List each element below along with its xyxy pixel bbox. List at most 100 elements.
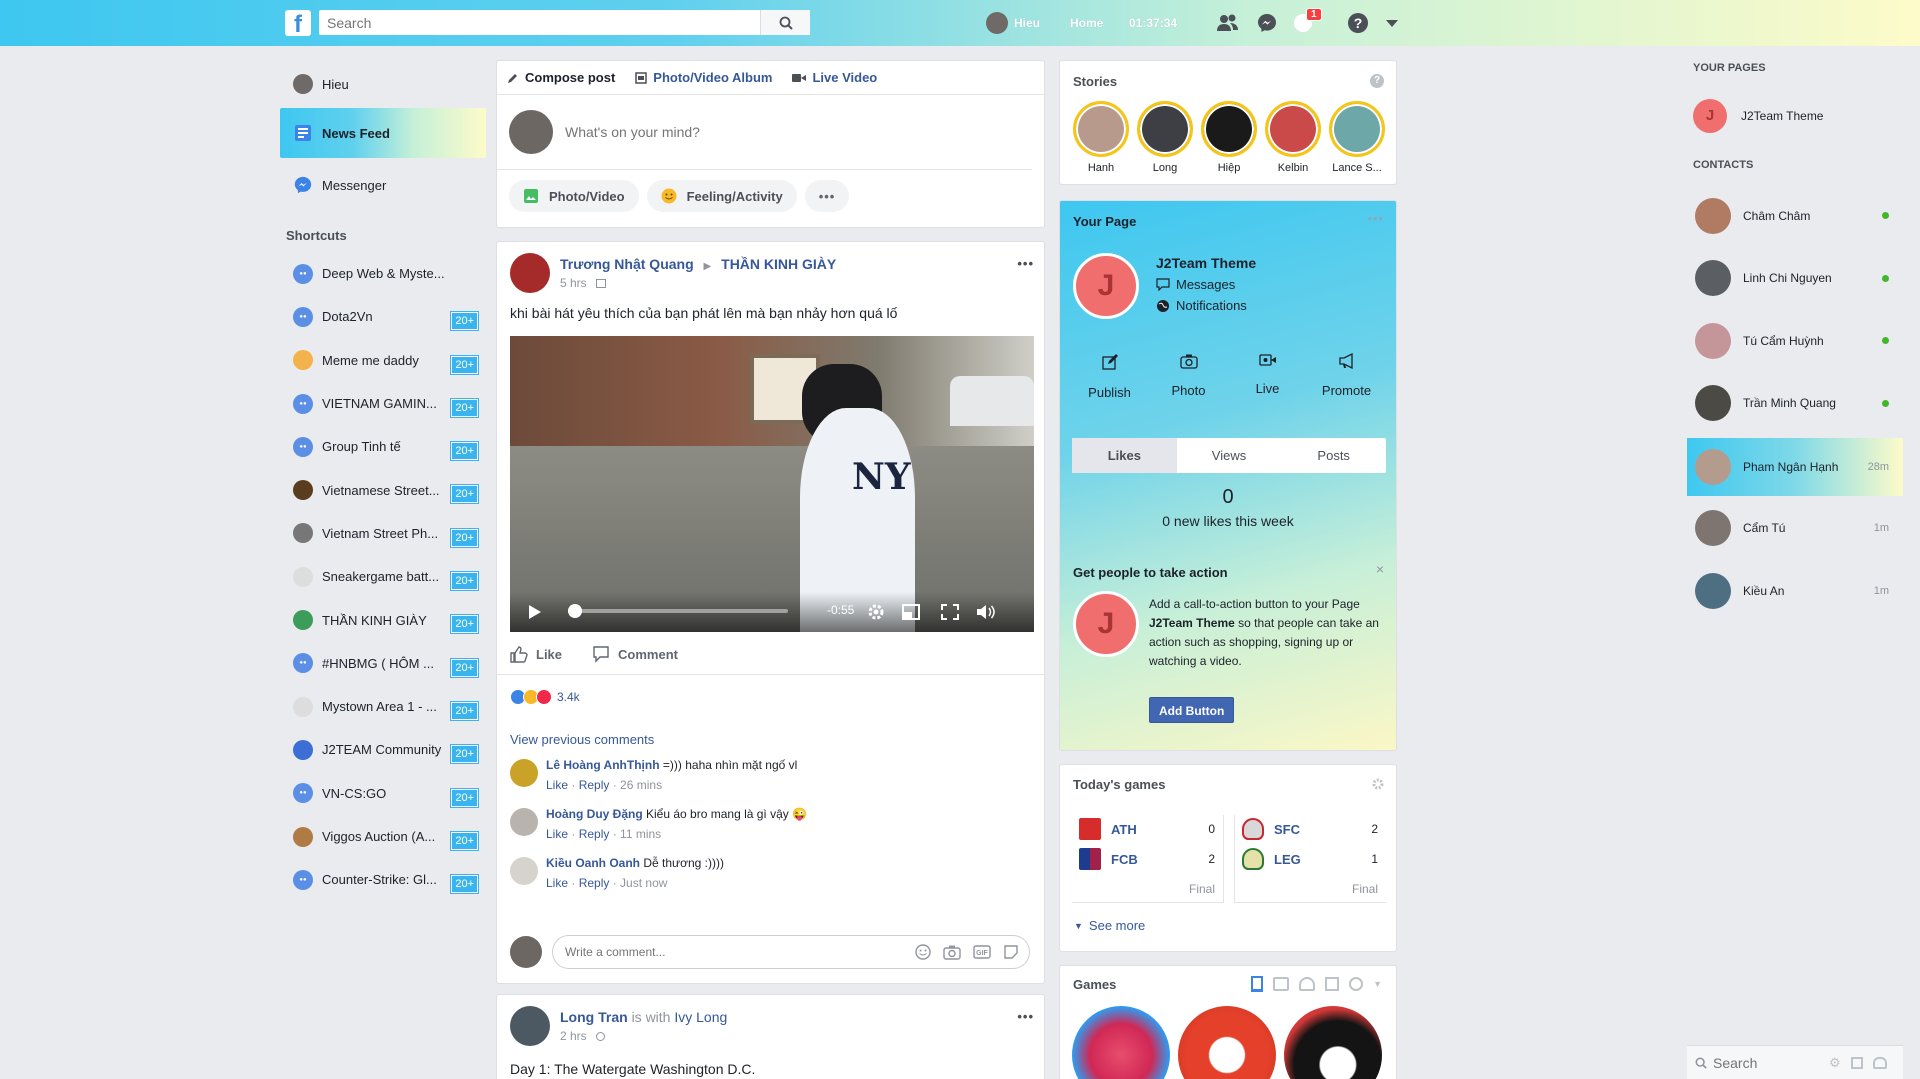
comment-like-link[interactable]: Like <box>546 827 568 841</box>
feeling-activity-button[interactable]: Feeling/Activity <box>646 180 797 212</box>
search-input[interactable] <box>319 11 760 34</box>
contact-item[interactable]: Tú Cẩm Huỳnh <box>1687 313 1903 368</box>
reactions-summary[interactable]: 3.4k <box>510 689 580 705</box>
emoji-icon[interactable] <box>915 944 931 960</box>
status-input[interactable] <box>565 124 985 140</box>
post-author-name[interactable]: Trương Nhật Quang <box>560 256 694 272</box>
new-message-icon[interactable] <box>1850 1056 1863 1069</box>
comment-avatar[interactable] <box>510 759 538 787</box>
comment-input[interactable] <box>565 945 909 959</box>
page-messages-link[interactable]: Messages <box>1156 277 1256 292</box>
post-target-group[interactable]: THẦN KINH GIÀY <box>721 256 836 272</box>
sticker-icon[interactable] <box>1003 944 1019 960</box>
comment-time[interactable]: 26 mins <box>620 778 662 792</box>
facebook-logo[interactable]: f <box>285 10 311 36</box>
sidebar-shortcut-item[interactable]: Sneakergame batt... 20+ <box>280 555 486 598</box>
sidebar-profile[interactable]: Hieu <box>280 60 486 108</box>
comment-time[interactable]: Just now <box>620 876 667 890</box>
story-item[interactable]: Long <box>1136 101 1194 174</box>
tab-live-video[interactable]: Live Video <box>792 70 877 85</box>
sidebar-shortcut-item[interactable]: Viggos Auction (A... 20+ <box>280 815 486 858</box>
sidebar-shortcut-item[interactable]: Vietnam Street Ph... 20+ <box>280 512 486 555</box>
sidebar-shortcut-item[interactable]: Vietnamese Street... 20+ <box>280 468 486 511</box>
video-progress-bar[interactable] <box>567 604 788 618</box>
contact-item[interactable]: Châm Châm <box>1687 188 1903 243</box>
sidebar-shortcut-item[interactable]: THẦN KINH GIÀY 20+ <box>280 598 486 641</box>
play-icon[interactable] <box>528 604 542 620</box>
sidebar-item-news-feed[interactable]: News Feed <box>280 108 486 158</box>
comment-like-link[interactable]: Like <box>546 876 568 890</box>
comment-reply-link[interactable]: Reply <box>579 876 610 890</box>
settings-gear-icon[interactable] <box>867 603 885 621</box>
notifications-icon[interactable]: 1 <box>1291 8 1322 34</box>
chevron-down-icon[interactable]: ▼ <box>1373 979 1382 989</box>
stories-help-icon[interactable]: ? <box>1370 74 1384 88</box>
game-tile-8-ball-pool[interactable] <box>1284 1006 1382 1079</box>
video-player[interactable]: NY -0:55 <box>510 336 1034 632</box>
sidebar-shortcut-item[interactable]: ●● Deep Web & Myste... <box>280 252 486 295</box>
cta-close-icon[interactable]: × <box>1376 561 1384 577</box>
trophy-icon[interactable] <box>1325 977 1340 991</box>
tab-posts[interactable]: Posts <box>1281 438 1386 473</box>
comment-button[interactable]: Comment <box>592 645 678 663</box>
search-button[interactable] <box>760 10 810 35</box>
tab-photo-album[interactable]: Photo/Video Album <box>635 70 772 85</box>
video-scrubber-handle[interactable] <box>567 604 582 618</box>
chat-search-input[interactable] <box>1713 1054 1823 1071</box>
new-group-icon[interactable] <box>1872 1056 1887 1069</box>
sidebar-shortcut-item[interactable]: ●● Dota2Vn 20+ <box>280 295 486 338</box>
tab-compose-post[interactable]: Compose post <box>507 70 615 85</box>
post-timestamp[interactable]: 2 hrs <box>560 1029 587 1043</box>
account-menu-chevron-icon[interactable] <box>1380 12 1404 34</box>
contact-item[interactable]: Cẩm Tú 1m <box>1687 501 1903 556</box>
match-card[interactable]: ATH 0 FCB 2 Final <box>1072 815 1224 903</box>
sidebar-shortcut-item[interactable]: ●● Counter-Strike: Gl... 20+ <box>280 858 486 901</box>
sidebar-shortcut-item[interactable]: ●● VN-CS:GO 20+ <box>280 772 486 815</box>
camera-icon[interactable] <box>943 944 961 960</box>
like-button[interactable]: Like <box>510 645 562 663</box>
post-options-button[interactable]: ••• <box>1017 1009 1034 1024</box>
comment-reply-link[interactable]: Reply <box>579 827 610 841</box>
story-item[interactable]: Lance S... <box>1328 101 1386 174</box>
comment-avatar[interactable] <box>510 857 538 885</box>
game-tile-pinball[interactable] <box>1178 1006 1276 1079</box>
game-tile-candy-crush[interactable] <box>1072 1006 1170 1079</box>
match-card[interactable]: SFC 2 LEG 1 Final <box>1234 815 1386 903</box>
see-more-link[interactable]: ▼ See more <box>1074 918 1145 933</box>
speed-icon[interactable] <box>1349 977 1364 991</box>
contact-item[interactable]: Trần Minh Quang <box>1687 376 1903 431</box>
gif-icon[interactable]: GIF <box>973 944 991 960</box>
photo-video-button[interactable]: Photo/Video <box>509 180 639 212</box>
post-options-button[interactable]: ••• <box>1017 256 1034 271</box>
comment-avatar[interactable] <box>510 808 538 836</box>
your-page-more-button[interactable]: ••• <box>1367 211 1384 226</box>
page-action-live[interactable]: Live <box>1233 353 1303 400</box>
page-shortcut[interactable]: J J2Team Theme <box>1693 99 1823 133</box>
sidebar-shortcut-item[interactable]: ●● #HNBMG ( HÔM ... 20+ <box>280 642 486 685</box>
story-item[interactable]: Kelbin <box>1264 101 1322 174</box>
sidebar-shortcut-item[interactable]: Mystown Area 1 - ... 20+ <box>280 685 486 728</box>
comment-author[interactable]: Lê Hoàng AnhThịnh <box>546 758 660 772</box>
tab-views[interactable]: Views <box>1177 438 1282 473</box>
view-previous-comments[interactable]: View previous comments <box>510 732 654 747</box>
page-name[interactable]: J2Team Theme <box>1156 255 1256 271</box>
contact-item[interactable]: Pham Ngân Hạnh 28m <box>1687 438 1903 496</box>
more-options-button[interactable]: ••• <box>804 180 850 212</box>
fullscreen-icon[interactable] <box>941 604 959 620</box>
comment-like-link[interactable]: Like <box>546 778 568 792</box>
chat-settings-gear-icon[interactable]: ⚙ <box>1829 1055 1841 1071</box>
tab-likes[interactable]: Likes <box>1072 438 1177 473</box>
help-icon[interactable]: ? <box>1346 12 1370 34</box>
sidebar-shortcut-item[interactable]: ●● VIETNAM GAMIN... 20+ <box>280 382 486 425</box>
contact-item[interactable]: Linh Chi Nguyen <box>1687 251 1903 306</box>
post-timestamp[interactable]: 5 hrs <box>560 276 587 290</box>
comment-author[interactable]: Hoàng Duy Đặng <box>546 807 643 821</box>
story-item[interactable]: Hanh <box>1072 101 1130 174</box>
profile-link[interactable]: Hieu <box>986 0 1040 46</box>
page-action-promote[interactable]: Promote <box>1312 353 1382 400</box>
story-item[interactable]: Hiệp <box>1200 101 1258 174</box>
home-link[interactable]: Home <box>1070 0 1103 46</box>
sidebar-shortcut-item[interactable]: J2TEAM Community 20+ <box>280 728 486 771</box>
post-author-avatar[interactable] <box>510 253 550 293</box>
games-settings-gear-icon[interactable] <box>1372 778 1384 790</box>
